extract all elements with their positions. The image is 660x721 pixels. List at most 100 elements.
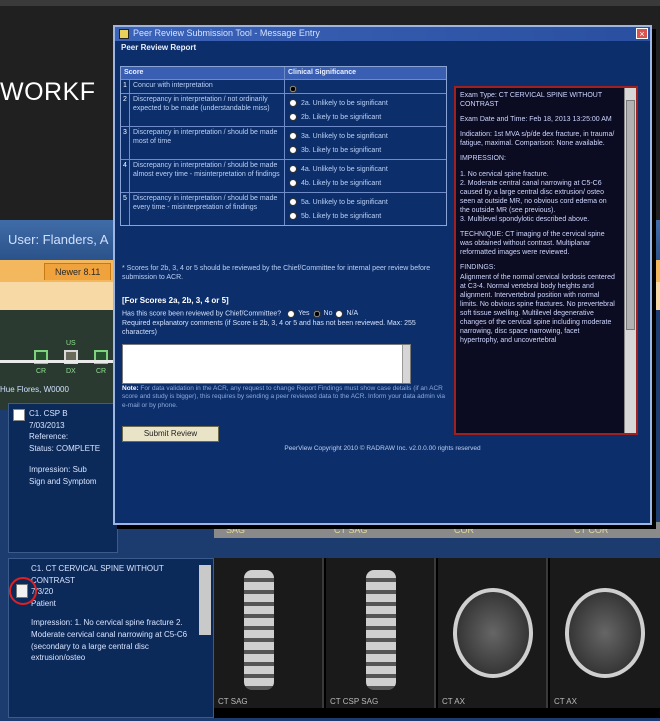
na-radio[interactable] xyxy=(335,309,344,318)
row-impression: Impression: 1. No cervical spine fractur… xyxy=(31,618,188,663)
na-label: N/A xyxy=(346,310,359,317)
series-label: CT SAG xyxy=(334,525,368,535)
score-header: Score xyxy=(121,67,285,79)
no-radio[interactable] xyxy=(312,309,321,318)
status-label: CR xyxy=(96,368,107,375)
close-icon[interactable]: × xyxy=(636,28,648,39)
score-table: Score Clinical Significance 1 Concur wit… xyxy=(120,66,447,226)
significance-cell: 4a. Unlikely to be significant 4b. Likel… xyxy=(285,160,446,192)
thumbnail-label: CT SAG xyxy=(218,697,248,706)
form-title: Peer Review Report xyxy=(121,43,197,52)
table-footnote: * Scores for 2b, 3, 4 or 5 should be rev… xyxy=(122,265,431,282)
status-label: DX xyxy=(66,368,76,375)
table-row: 2 Discrepancy in interpretation / not or… xyxy=(121,93,446,126)
option-label: 3b. Likely to be significant xyxy=(301,146,382,154)
significance-header: Clinical Significance xyxy=(288,69,357,76)
score-number: 3 xyxy=(121,127,130,159)
score-description: Discrepancy in interpretation / should b… xyxy=(130,127,285,159)
report-paragraph: TECHNIQUE: CT imaging of the cervical sp… xyxy=(460,231,607,257)
note-text: Note: For data validation in the ACR, an… xyxy=(122,385,447,410)
worklist-row[interactable]: C1. CSP B 7/03/2013 Reference: Status: C… xyxy=(8,403,118,553)
score-2b-radio[interactable] xyxy=(289,113,297,121)
report-scrollbar[interactable] xyxy=(624,88,636,433)
score-3b-radio[interactable] xyxy=(289,146,297,154)
image-thumbnails: CT SAG CT CSP SAG CT AX CT AX xyxy=(214,558,660,718)
footer-copyright: PeerView Copyright 2010 © RADRAW Inc. v2… xyxy=(284,445,481,452)
row-scrollbar[interactable] xyxy=(199,565,211,635)
score-number: 1 xyxy=(121,80,130,93)
series-label: CT COR xyxy=(574,525,609,535)
table-row: 1 Concur with interpretation xyxy=(121,79,446,93)
peer-review-window: Peer Review Submission Tool - Message En… xyxy=(113,25,652,525)
thumbnail-label: CT AX xyxy=(442,697,465,706)
comments-scrollbar[interactable] xyxy=(402,345,410,383)
score-4a-radio[interactable] xyxy=(289,165,297,173)
significance-cell: 5a. Unlikely to be significant 5b. Likel… xyxy=(285,193,446,225)
row-line: Status: COMPLETE xyxy=(29,443,101,453)
series-label: SAG xyxy=(226,525,246,535)
axial-image xyxy=(565,588,645,678)
worklist-row-selected[interactable]: C1. CT CERVICAL SPINE WITHOUT CONTRAST 7… xyxy=(8,558,214,718)
score-5a-radio[interactable] xyxy=(289,198,297,206)
report-paragraph: IMPRESSION: xyxy=(460,155,506,163)
score-2a-radio[interactable] xyxy=(289,99,297,107)
row-line: 7/3/20 xyxy=(31,587,54,597)
row-line: Reference: xyxy=(29,432,69,442)
table-row: 4 Discrepancy in interpretation / should… xyxy=(121,159,446,192)
thumbnail[interactable]: CT AX xyxy=(438,558,548,708)
spine-image xyxy=(366,570,396,690)
thumbnail[interactable]: CT AX xyxy=(550,558,660,708)
score-5b-radio[interactable] xyxy=(289,212,297,220)
review-question: Has this score been reviewed by Chief/Co… xyxy=(122,309,452,338)
submit-review-button[interactable]: Submit Review xyxy=(122,426,219,442)
axial-image xyxy=(453,588,533,678)
note-body: For data validation in the ACR, any requ… xyxy=(122,385,446,409)
series-label: COR xyxy=(454,525,474,535)
option-label: 5a. Unlikely to be significant xyxy=(301,198,388,206)
option-label: 5b. Likely to be significant xyxy=(301,212,382,220)
note-label: Note: xyxy=(122,385,139,392)
scrollbar-thumb[interactable] xyxy=(626,100,635,330)
thumbnail[interactable]: CT SAG xyxy=(214,558,324,708)
score-description: Discrepancy in interpretation / should b… xyxy=(130,193,285,225)
table-row: 5 Discrepancy in interpretation / should… xyxy=(121,192,446,225)
window-titlebar[interactable]: Peer Review Submission Tool - Message En… xyxy=(115,27,650,41)
no-label: No xyxy=(323,310,333,317)
significance-cell: 3a. Unlikely to be significant 3b. Likel… xyxy=(285,127,446,159)
report-paragraph: Exam Type: CT CERVICAL SPINE WITHOUT CON… xyxy=(460,92,604,109)
score-description: Concur with interpretation xyxy=(130,80,285,93)
question-text: Has this score been reviewed by Chief/Co… xyxy=(122,310,282,318)
significance-cell xyxy=(285,80,446,93)
score-number: 4 xyxy=(121,160,130,192)
yes-radio[interactable] xyxy=(287,309,296,318)
table-row: 3 Discrepancy in interpretation / should… xyxy=(121,126,446,159)
score-4b-radio[interactable] xyxy=(289,179,297,187)
score-number: 5 xyxy=(121,193,130,225)
score-3a-radio[interactable] xyxy=(289,132,297,140)
section-title: [For Scores 2a, 2b, 3, 4 or 5] xyxy=(122,296,229,305)
tab-newer[interactable]: Newer 8.11 xyxy=(44,263,112,280)
report-paragraph: 1. No cervical spine fracture. 2. Modera… xyxy=(460,170,607,224)
yes-label: Yes xyxy=(298,310,310,317)
row-checkbox[interactable] xyxy=(13,409,25,421)
score-description: Discrepancy in interpretation / should b… xyxy=(130,160,285,192)
thumbnail[interactable]: CT CSP SAG xyxy=(326,558,436,708)
score-number: 2 xyxy=(121,94,130,126)
comment-prompt: Required explanatory comments (if Score … xyxy=(122,320,416,337)
row-line: CONTRAST xyxy=(31,575,75,585)
radiology-report-panel[interactable]: Exam Type: CT CERVICAL SPINE WITHOUT CON… xyxy=(454,86,638,435)
option-label: 3a. Unlikely to be significant xyxy=(301,132,388,140)
slide-title: WORKF xyxy=(0,78,96,106)
status-caption: Hue Flores, W0000 xyxy=(0,385,69,394)
row-line: C1. CSP B xyxy=(29,409,68,418)
comments-textarea[interactable] xyxy=(122,344,411,384)
option-label: 4b. Likely to be significant xyxy=(301,179,382,187)
status-label: US xyxy=(66,340,76,347)
option-label: 4a. Unlikely to be significant xyxy=(301,165,388,173)
app-icon xyxy=(119,29,129,39)
highlight-circle xyxy=(9,577,37,605)
score-1-radio[interactable] xyxy=(289,85,297,93)
status-label: CR xyxy=(36,368,47,375)
significance-cell: 2a. Unlikely to be significant 2b. Likel… xyxy=(285,94,446,126)
row-line: C1. CT CERVICAL SPINE WITHOUT xyxy=(31,564,164,573)
